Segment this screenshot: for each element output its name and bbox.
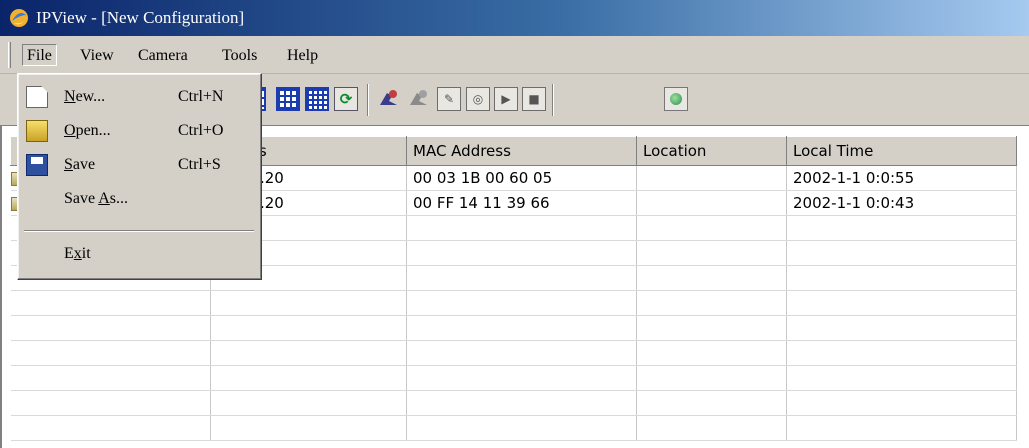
new-file-icon: [26, 86, 48, 108]
table-row[interactable]: [10, 415, 1017, 441]
menu-help[interactable]: Help: [283, 45, 322, 67]
cell-time: [786, 215, 1017, 241]
cell-time: [786, 240, 1017, 266]
file-menu-dropdown: New... Ctrl+N Open... Ctrl+O Save Ctrl+S…: [17, 73, 262, 280]
cell-location: [636, 165, 787, 191]
cell-mac: 00 03 1B 00 60 05: [406, 165, 637, 191]
cell-mac: 00 FF 14 11 39 66: [406, 190, 637, 216]
cell-mac: [406, 215, 637, 241]
menu-item-new[interactable]: New... Ctrl+N: [20, 82, 259, 114]
cell-location: [636, 290, 787, 316]
grid-4x4-icon[interactable]: [305, 87, 329, 111]
cell-name: [10, 415, 211, 441]
cell-mac: [406, 315, 637, 341]
cell-time: [786, 340, 1017, 366]
edit-icon[interactable]: ✎: [437, 87, 461, 111]
camera-settings-gray-icon[interactable]: [407, 87, 431, 111]
cell-mac: [406, 340, 637, 366]
shortcut-label: Ctrl+N: [178, 88, 224, 105]
toolbar-separator: [367, 84, 369, 116]
window-title: IPView - [New Configuration]: [36, 8, 245, 27]
open-folder-icon: [26, 120, 48, 142]
cell-time: [786, 290, 1017, 316]
column-header-location[interactable]: Location: [636, 136, 787, 166]
cell-location: [636, 265, 787, 291]
refresh-icon[interactable]: ⟳: [334, 87, 358, 111]
cell-ip: [210, 290, 407, 316]
table-row[interactable]: [10, 340, 1017, 366]
camera-settings-icon[interactable]: [377, 87, 401, 111]
menu-item-open[interactable]: Open... Ctrl+O: [20, 116, 259, 148]
cell-mac: [406, 290, 637, 316]
cell-location: [636, 240, 787, 266]
cell-ip: [210, 415, 407, 441]
menu-tools[interactable]: Tools: [218, 45, 261, 67]
menu-item-save[interactable]: Save Ctrl+S: [20, 150, 259, 182]
cell-ip: [210, 315, 407, 341]
column-header-local-time[interactable]: Local Time: [786, 136, 1017, 166]
cell-location: [636, 390, 787, 416]
cell-location: [636, 340, 787, 366]
grid-3x3-icon[interactable]: [276, 87, 300, 111]
menu-view[interactable]: View: [76, 45, 118, 67]
table-row[interactable]: [10, 390, 1017, 416]
toolbar-separator: [552, 84, 554, 116]
app-icon: [8, 7, 30, 29]
cell-time: [786, 315, 1017, 341]
column-header-mac-address[interactable]: MAC Address: [406, 136, 637, 166]
cell-time: [786, 415, 1017, 441]
cell-name: [10, 290, 211, 316]
menu-file[interactable]: File: [22, 44, 57, 66]
cell-mac: [406, 390, 637, 416]
cell-location: [636, 415, 787, 441]
cell-name: [10, 390, 211, 416]
save-disk-icon: [26, 154, 48, 176]
cell-name: [10, 315, 211, 341]
cell-ip: [210, 340, 407, 366]
cell-name: [10, 340, 211, 366]
menu-item-exit[interactable]: Exit: [20, 239, 259, 271]
menubar-grip: [8, 42, 11, 68]
cell-location: [636, 190, 787, 216]
shortcut-label: Ctrl+O: [178, 122, 224, 139]
menu-separator: [24, 230, 254, 232]
globe-icon[interactable]: [664, 87, 688, 111]
table-row[interactable]: [10, 290, 1017, 316]
menu-item-save-as[interactable]: Save As...: [20, 184, 259, 216]
cell-location: [636, 365, 787, 391]
cell-ip: [210, 390, 407, 416]
play-icon[interactable]: ▶: [494, 87, 518, 111]
cell-location: [636, 315, 787, 341]
cell-time: 2002-1-1 0:0:55: [786, 165, 1017, 191]
shortcut-label: Ctrl+S: [178, 156, 221, 173]
cell-ip: [210, 365, 407, 391]
cell-time: [786, 265, 1017, 291]
cell-name: [10, 365, 211, 391]
table-row[interactable]: [10, 315, 1017, 341]
cell-time: 2002-1-1 0:0:43: [786, 190, 1017, 216]
stop-icon[interactable]: ■: [522, 87, 546, 111]
cell-mac: [406, 365, 637, 391]
cell-mac: [406, 240, 637, 266]
menu-bar: File View Camera Tools Help: [0, 36, 1029, 74]
cell-mac: [406, 415, 637, 441]
cell-time: [786, 390, 1017, 416]
title-bar: IPView - [New Configuration]: [0, 0, 1029, 36]
snapshot-icon[interactable]: ◎: [466, 87, 490, 111]
menu-camera[interactable]: Camera: [134, 45, 192, 67]
cell-location: [636, 215, 787, 241]
cell-time: [786, 365, 1017, 391]
cell-mac: [406, 265, 637, 291]
table-row[interactable]: [10, 365, 1017, 391]
